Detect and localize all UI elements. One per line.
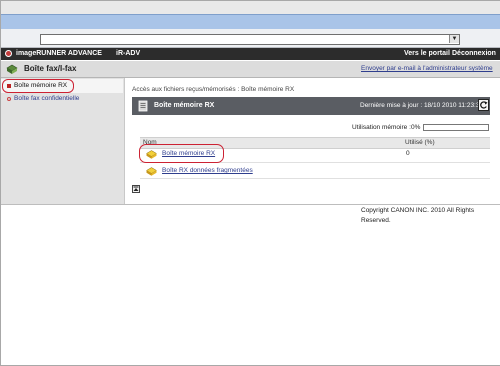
copyright-text: Copyright CANON INC. 2010 All Rights Res… [361, 207, 475, 224]
address-dropdown-button[interactable]: ▼ [449, 35, 459, 43]
table-cell-used: 0 [406, 150, 410, 157]
back-to-top-button[interactable] [132, 185, 140, 193]
refresh-icon [480, 101, 488, 109]
product-name: imageRUNNER ADVANCE [16, 50, 102, 57]
memory-usage-value: 0% [411, 124, 421, 131]
logout-link[interactable]: Déconnexion [452, 49, 496, 59]
device-name: iR-ADV [116, 50, 141, 57]
highlight-annotation [2, 79, 74, 93]
address-input[interactable] [40, 34, 460, 45]
bullet-icon [7, 97, 11, 101]
email-admin-link[interactable]: Envoyer par e-mail à l'administrateur sy… [361, 64, 493, 74]
portal-link[interactable]: Vers le portail [404, 49, 450, 59]
function-title: Boîte fax/I-fax [24, 64, 77, 73]
breadcrumb: Accès aux fichiers reçus/mémorisés : Boî… [132, 86, 295, 93]
footer-divider [0, 204, 500, 205]
canon-logo-icon [5, 50, 12, 57]
arrow-up-icon [133, 186, 139, 191]
refresh-button[interactable] [478, 99, 489, 111]
table-row-link[interactable]: Boîte RX données fragmentées [162, 166, 253, 176]
fax-box-icon [6, 64, 18, 74]
browser-title-area [0, 0, 500, 14]
mailbox-icon [146, 167, 157, 176]
sidebar-item-confidential[interactable]: Boîte fax confidentielle [14, 94, 79, 104]
chevron-down-icon: ▼ [451, 36, 458, 42]
memory-usage-bar [423, 124, 489, 131]
row-divider [140, 178, 490, 179]
memory-usage-label: Utilisation mémoire : [352, 124, 411, 131]
column-header-used: Utilisé (%) [405, 139, 435, 146]
last-update-text: Dernière mise à jour : 18/10 2010 11:23:… [360, 102, 484, 109]
browser-toolbar-band [0, 14, 500, 29]
document-box-icon [138, 100, 148, 112]
panel-title: Boîte mémoire RX [154, 102, 215, 109]
highlight-annotation [139, 144, 224, 163]
